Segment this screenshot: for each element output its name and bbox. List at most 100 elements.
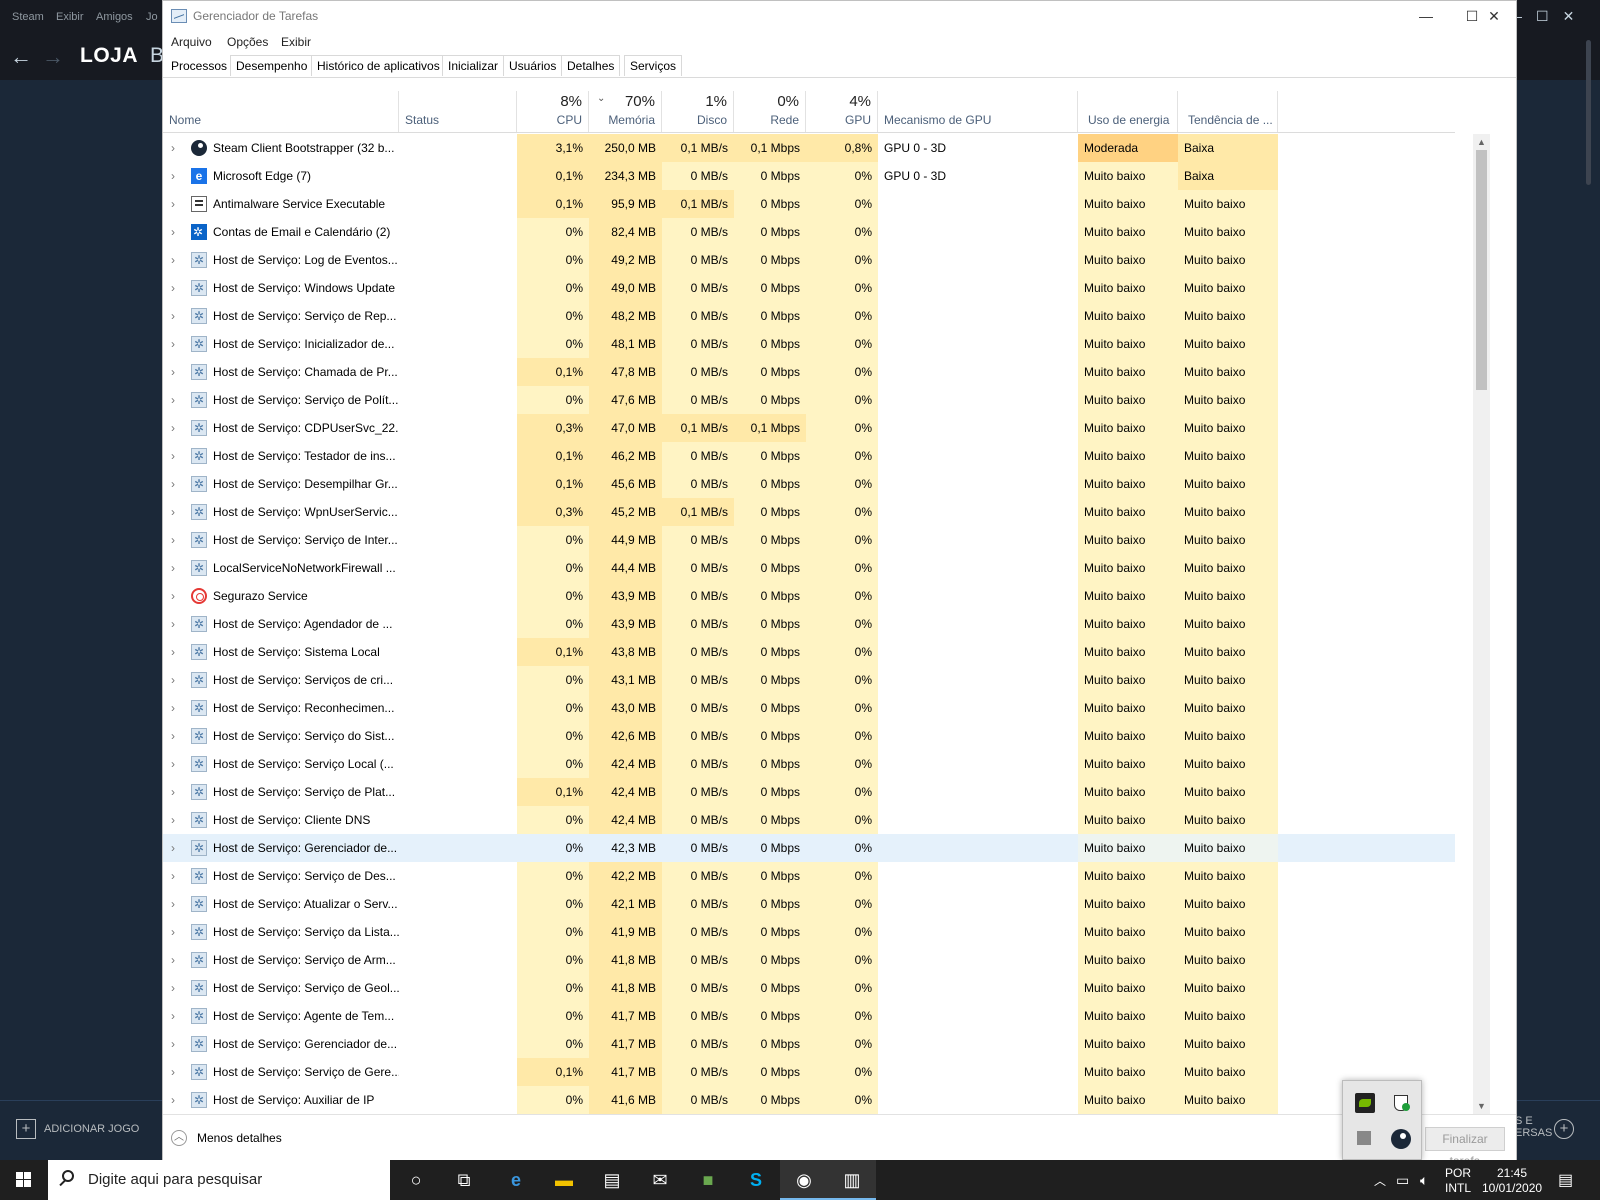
expand-chevron-icon[interactable]: › bbox=[171, 162, 175, 190]
process-row[interactable]: ›Host de Serviço: Serviços de cri...0%43… bbox=[163, 666, 1455, 694]
taskbar-explorer[interactable]: ▬ bbox=[540, 1160, 588, 1200]
cortana-button[interactable]: ○ bbox=[392, 1160, 440, 1200]
start-button[interactable] bbox=[0, 1160, 48, 1200]
expand-chevron-icon[interactable]: › bbox=[171, 974, 175, 1002]
tab-historico[interactable]: Histórico de aplicativos bbox=[311, 55, 446, 76]
process-row[interactable]: ›Host de Serviço: Serviço do Sist...0%42… bbox=[163, 722, 1455, 750]
column-header-status[interactable]: Status bbox=[399, 91, 517, 132]
expand-chevron-icon[interactable]: › bbox=[171, 694, 175, 722]
tab-detalhes[interactable]: Detalhes bbox=[561, 55, 621, 76]
nvidia-icon[interactable] bbox=[1355, 1093, 1375, 1113]
title-bar[interactable]: Gerenciador de Tarefas — ☐ ✕ bbox=[163, 1, 1516, 33]
add-game-button[interactable]: + ADICIONAR JOGO bbox=[16, 1119, 139, 1139]
column-header-network[interactable]: 0% Rede bbox=[734, 91, 806, 132]
column-header-name[interactable]: Nome bbox=[163, 91, 399, 132]
expand-chevron-icon[interactable]: › bbox=[171, 1058, 175, 1086]
expand-chevron-icon[interactable]: › bbox=[171, 722, 175, 750]
process-row[interactable]: ›Host de Serviço: Serviço da Lista...0%4… bbox=[163, 918, 1455, 946]
process-row[interactable]: ›Host de Serviço: Serviço de Inter...0%4… bbox=[163, 526, 1455, 554]
process-row[interactable]: ›Host de Serviço: Log de Eventos...0%49,… bbox=[163, 246, 1455, 274]
steam-scrollbar[interactable] bbox=[1586, 40, 1591, 185]
taskbar-clock[interactable]: 21:45 10/01/2020 bbox=[1482, 1166, 1542, 1196]
scroll-up-icon[interactable]: ▲ bbox=[1473, 134, 1490, 150]
scrollbar-thumb[interactable] bbox=[1476, 150, 1487, 390]
steam-menu-steam[interactable]: Steam bbox=[12, 11, 44, 23]
scroll-down-icon[interactable]: ▼ bbox=[1473, 1098, 1490, 1114]
volume-icon[interactable]: 🔈︎ bbox=[1420, 1172, 1428, 1189]
process-row[interactable]: ›Host de Serviço: Windows Update0%49,0 M… bbox=[163, 274, 1455, 302]
expand-chevron-icon[interactable]: › bbox=[171, 554, 175, 582]
menu-exibir[interactable]: Exibir bbox=[281, 35, 311, 49]
column-header-power-trend[interactable]: Tendência de ... bbox=[1178, 91, 1278, 132]
process-row[interactable]: › Antimalware Service Executable 0,1% 95,9 … bbox=[163, 190, 1455, 218]
friends-chat-button[interactable]: S E ERSAS bbox=[1515, 1115, 1552, 1139]
column-header-disk[interactable]: 1% Disco bbox=[662, 91, 734, 132]
process-row[interactable]: ›Host de Serviço: Serviço de Rep...0%48,… bbox=[163, 302, 1455, 330]
forward-arrow-icon[interactable]: → bbox=[42, 44, 64, 70]
expand-chevron-icon[interactable]: › bbox=[171, 890, 175, 918]
expand-chevron-icon[interactable]: › bbox=[171, 862, 175, 890]
back-arrow-icon[interactable]: ← bbox=[10, 44, 32, 70]
friends-add-icon[interactable]: + bbox=[1554, 1119, 1574, 1139]
expand-chevron-icon[interactable]: › bbox=[171, 498, 175, 526]
expand-chevron-icon[interactable]: › bbox=[171, 470, 175, 498]
process-row[interactable]: › Host de Serviço: Serviço de Gere... 0,1%… bbox=[163, 1058, 1455, 1086]
process-row[interactable]: ›Host de Serviço: Reconhecimen...0%43,0 … bbox=[163, 694, 1455, 722]
process-row[interactable]: ›Host de Serviço: Agendador de ...0%43,9… bbox=[163, 610, 1455, 638]
expand-chevron-icon[interactable]: › bbox=[171, 806, 175, 834]
steam-tray-icon[interactable] bbox=[1391, 1129, 1411, 1149]
process-row[interactable]: › Host de Serviço: Chamada de Pr... 0,1%47… bbox=[163, 358, 1455, 386]
generic-app-icon[interactable] bbox=[1357, 1131, 1371, 1145]
end-task-button[interactable]: Finalizar tarefa bbox=[1425, 1127, 1505, 1168]
process-row[interactable]: ›Contas de Email e Calendário (2)0%82,4 … bbox=[163, 218, 1455, 246]
tab-desempenho[interactable]: Desempenho bbox=[230, 55, 314, 76]
expand-chevron-icon[interactable]: › bbox=[171, 386, 175, 414]
expand-chevron-icon[interactable]: › bbox=[171, 274, 175, 302]
expand-chevron-icon[interactable]: › bbox=[171, 666, 175, 694]
process-row[interactable]: ›Host de Serviço: Serviço de Des...0%42,… bbox=[163, 862, 1455, 890]
process-row[interactable]: ›Host de Serviço: Agente de Tem...0%41,7… bbox=[163, 1002, 1455, 1030]
process-row[interactable]: ›Host de Serviço: Serviço de Polít...0%4… bbox=[163, 386, 1455, 414]
process-row[interactable]: ›Host de Serviço: Cliente DNS0%42,4 MB0 … bbox=[163, 806, 1455, 834]
process-row[interactable]: ›Host de Serviço: Gerenciador de...0%41,… bbox=[163, 1030, 1455, 1058]
process-row[interactable]: › Host de Serviço: Sistema Local 0,1%43,8 … bbox=[163, 638, 1455, 666]
column-header-gpu-engine[interactable]: Mecanismo de GPU bbox=[878, 91, 1078, 132]
network-icon[interactable]: ▭ bbox=[1396, 1172, 1409, 1189]
expand-chevron-icon[interactable]: › bbox=[171, 358, 175, 386]
tab-servicos[interactable]: Serviços bbox=[624, 55, 683, 76]
expand-chevron-icon[interactable]: › bbox=[171, 778, 175, 806]
steam-close-icon[interactable]: ✕ bbox=[1563, 8, 1575, 24]
column-header-cpu[interactable]: 8% CPU bbox=[517, 91, 589, 132]
close-button[interactable]: ✕ bbox=[1471, 1, 1517, 33]
taskbar-edge[interactable]: e bbox=[492, 1160, 540, 1200]
steam-menu-amigos[interactable]: Amigos bbox=[96, 11, 133, 23]
steam-menu-exibir[interactable]: Exibir bbox=[56, 11, 84, 23]
taskbar-steam[interactable]: ◉ bbox=[780, 1160, 828, 1200]
taskbar-task-manager[interactable]: ▥ bbox=[828, 1160, 876, 1200]
menu-arquivo[interactable]: Arquivo bbox=[171, 35, 212, 49]
process-row[interactable]: ›Host de Serviço: Serviço de Arm...0%41,… bbox=[163, 946, 1455, 974]
expand-chevron-icon[interactable]: › bbox=[171, 918, 175, 946]
taskbar-minecraft[interactable]: ■ bbox=[684, 1160, 732, 1200]
steam-maximize-icon[interactable]: ☐ bbox=[1536, 8, 1549, 24]
expand-chevron-icon[interactable]: › bbox=[171, 610, 175, 638]
expand-chevron-icon[interactable]: › bbox=[171, 414, 175, 442]
expand-chevron-icon[interactable]: › bbox=[171, 946, 175, 974]
tab-processos[interactable]: Processos bbox=[165, 55, 234, 76]
process-row[interactable]: › Host de Serviço: Gerenciador de... 0% 42,… bbox=[163, 834, 1455, 862]
taskbar-store[interactable]: ▤ bbox=[588, 1160, 636, 1200]
expand-chevron-icon[interactable]: › bbox=[171, 1030, 175, 1058]
minimize-button[interactable]: — bbox=[1403, 1, 1449, 33]
expand-chevron-icon[interactable]: › bbox=[171, 330, 175, 358]
tab-inicializar[interactable]: Inicializar bbox=[442, 55, 505, 76]
security-shield-icon[interactable] bbox=[1391, 1093, 1411, 1113]
expand-chevron-icon[interactable]: › bbox=[171, 246, 175, 274]
steam-store-tab[interactable]: LOJA bbox=[80, 44, 138, 68]
expand-chevron-icon[interactable]: › bbox=[171, 190, 175, 218]
process-row[interactable]: ›Host de Serviço: Inicializador de...0%4… bbox=[163, 330, 1455, 358]
process-row[interactable]: › Host de Serviço: WpnUserServic... 0,3%45… bbox=[163, 498, 1455, 526]
expand-chevron-icon[interactable]: › bbox=[171, 302, 175, 330]
expand-chevron-icon[interactable]: › bbox=[171, 218, 175, 246]
process-row[interactable]: ›Host de Serviço: Auxiliar de IP0%41,6 M… bbox=[163, 1086, 1455, 1114]
expand-chevron-icon[interactable]: › bbox=[171, 834, 175, 862]
